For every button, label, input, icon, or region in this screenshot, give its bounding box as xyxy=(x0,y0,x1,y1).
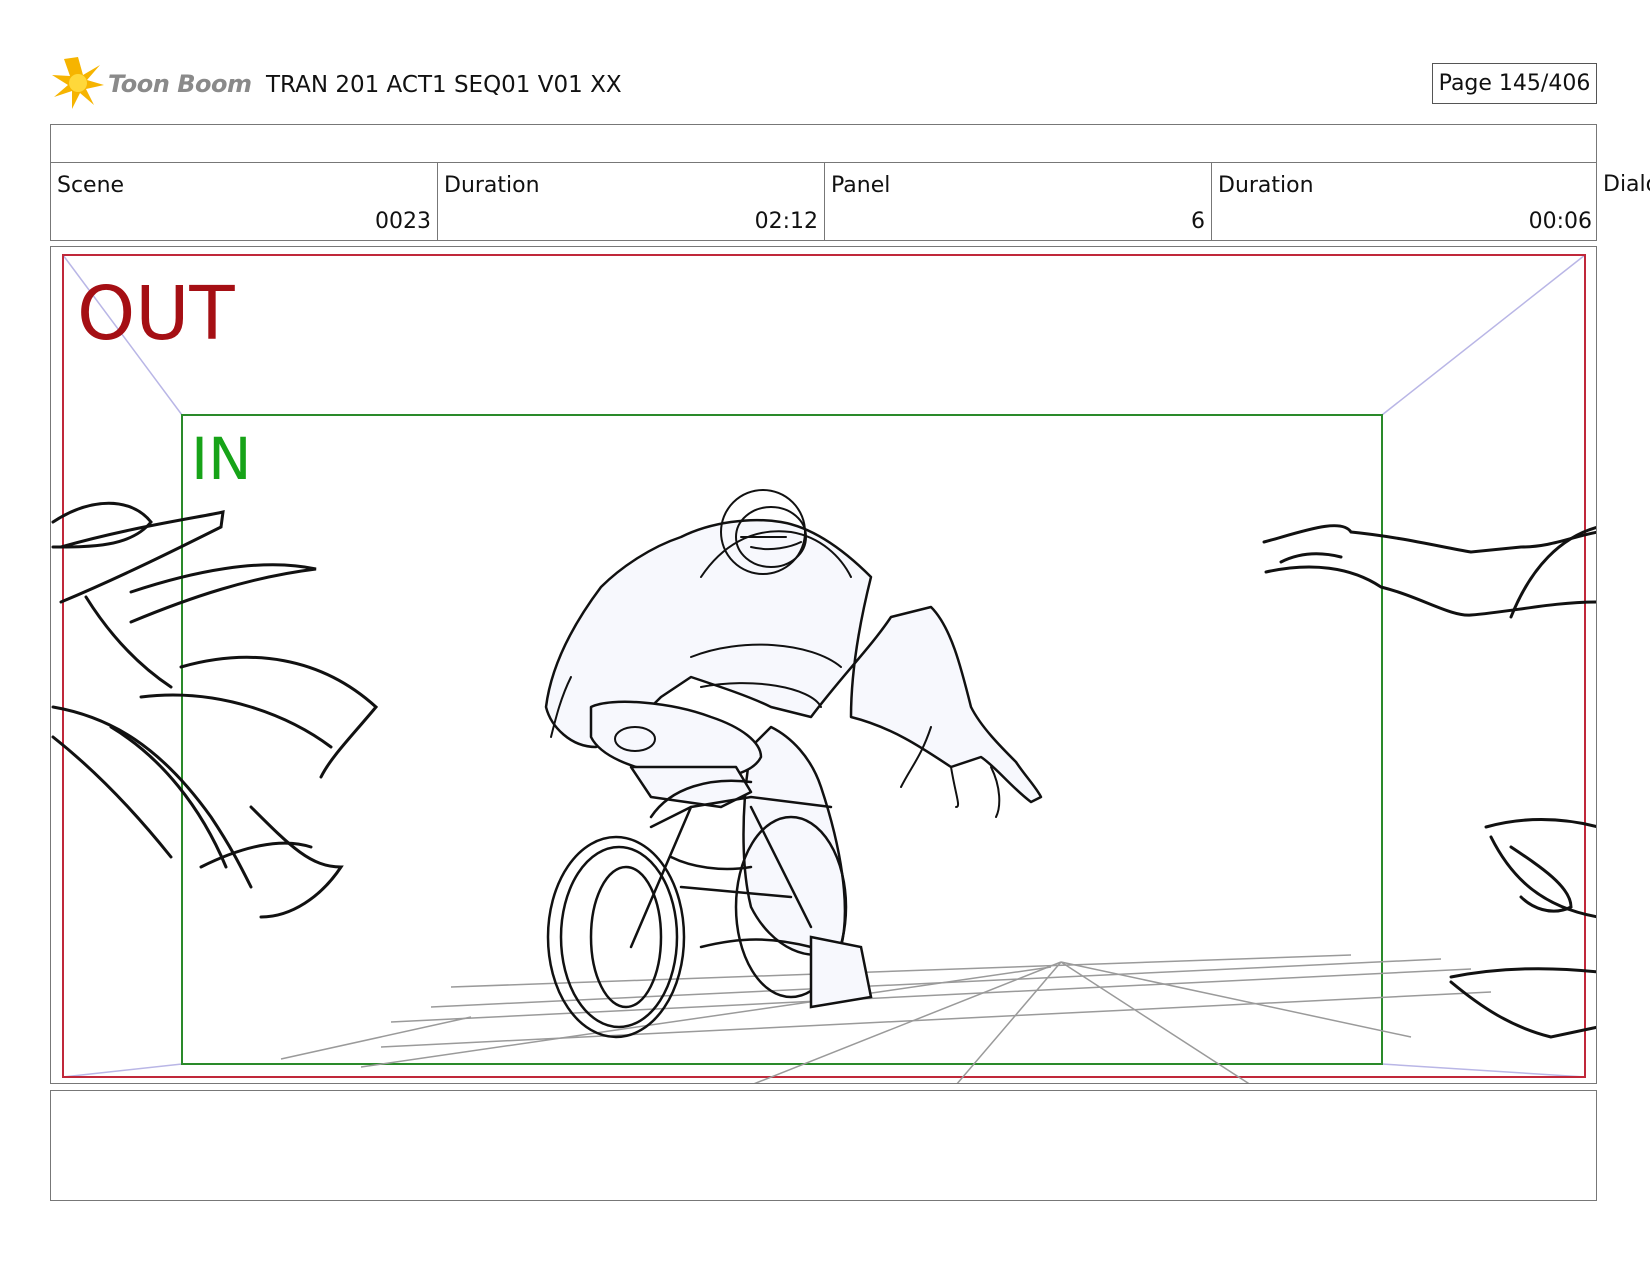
in-frame-label: IN xyxy=(191,425,252,493)
dialog-label: Dialo xyxy=(1603,172,1650,197)
storyboard-panel: OUT IN xyxy=(50,246,1597,1084)
scene-value: 0023 xyxy=(375,209,431,234)
scene-duration-cell: Duration 02:12 xyxy=(438,163,825,240)
boot-sketch xyxy=(809,935,873,1009)
panel-label: Panel xyxy=(831,173,891,198)
scene-label: Scene xyxy=(57,173,125,198)
out-frame-label: OUT xyxy=(77,271,235,357)
scene-duration-label: Duration xyxy=(444,173,540,198)
page-number: Page 145/406 xyxy=(1432,63,1597,104)
info-row: Scene 0023 Duration 02:12 Panel 6 Durati… xyxy=(50,162,1597,241)
panel-duration-cell: Duration 00:06 xyxy=(1212,163,1598,240)
panel-duration-label: Duration xyxy=(1218,173,1314,198)
panel-duration-value: 00:06 xyxy=(1528,209,1592,234)
top-strip xyxy=(50,124,1597,163)
panel-value: 6 xyxy=(1191,209,1205,234)
logo-text: Toon Boom xyxy=(108,70,252,98)
panel-drawing xyxy=(51,254,1596,1083)
notes-box xyxy=(50,1090,1597,1201)
document-title: TRAN 201 ACT1 SEQ01 V01 XX xyxy=(266,72,622,98)
scene-cell: Scene 0023 xyxy=(51,163,438,240)
panel-cell: Panel 6 xyxy=(825,163,1212,240)
left-hand-sketch xyxy=(51,501,379,919)
right-hand-sketch xyxy=(1262,524,1596,1039)
scene-duration-value: 02:12 xyxy=(754,209,818,234)
